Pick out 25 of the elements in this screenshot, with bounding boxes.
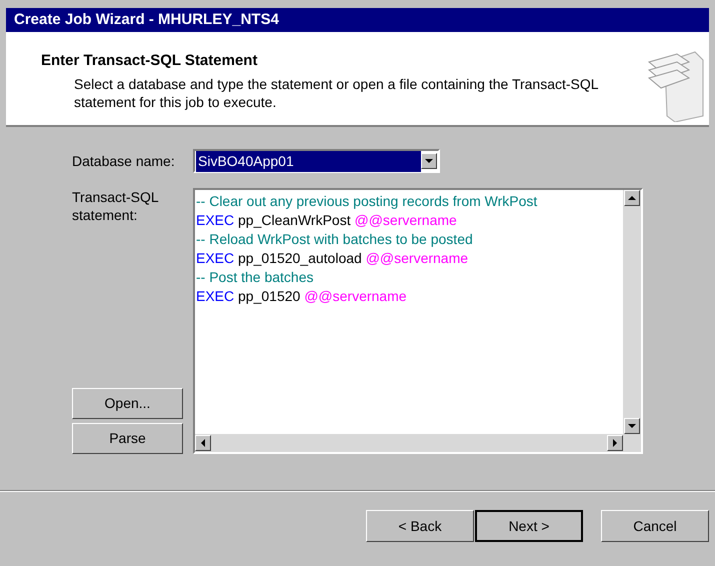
scroll-right-icon[interactable] [607, 435, 623, 451]
wizard-button[interactable]: Next > [475, 510, 583, 542]
statement-label: Transact-SQL statement: [72, 188, 160, 224]
page-title: Enter Transact-SQL Statement [41, 51, 258, 71]
wizard-button[interactable]: Cancel [601, 510, 709, 542]
side-button[interactable]: Open... [72, 388, 183, 419]
code-line: -- Post the batches [196, 268, 314, 287]
sql-editor[interactable] [193, 188, 643, 454]
database-value: SivBO40App01 [196, 150, 421, 172]
database-label: Database name: [72, 152, 176, 170]
wizard-button[interactable]: < Back [366, 510, 474, 542]
code-line: EXEC pp_01520_autoload @@servername [196, 249, 468, 268]
code-line: EXEC pp_01520 @@servername [196, 287, 407, 306]
window-title: Create Job Wizard - MHURLEY_NTS4 [14, 10, 279, 30]
page-description: Select a database and type the statement or open a file containing the Transact-SQL statement for this job to execute. [73, 74, 600, 110]
database-dropdown[interactable]: SivBO40App01 [193, 149, 440, 173]
horizontal-scrollbar[interactable] [195, 434, 623, 452]
side-button[interactable]: Parse [72, 423, 183, 454]
vertical-scrollbar[interactable] [623, 190, 641, 452]
code-line: -- Clear out any previous posting records from WrkPost [196, 192, 538, 211]
scroll-down-icon[interactable] [624, 418, 640, 434]
code-line: EXEC pp_CleanWrkPost @@servername [196, 211, 457, 230]
code-line: -- Reload WrkPost with batches to be posted [196, 230, 473, 249]
scroll-left-icon[interactable] [195, 435, 211, 451]
scroll-up-icon[interactable] [624, 190, 640, 206]
